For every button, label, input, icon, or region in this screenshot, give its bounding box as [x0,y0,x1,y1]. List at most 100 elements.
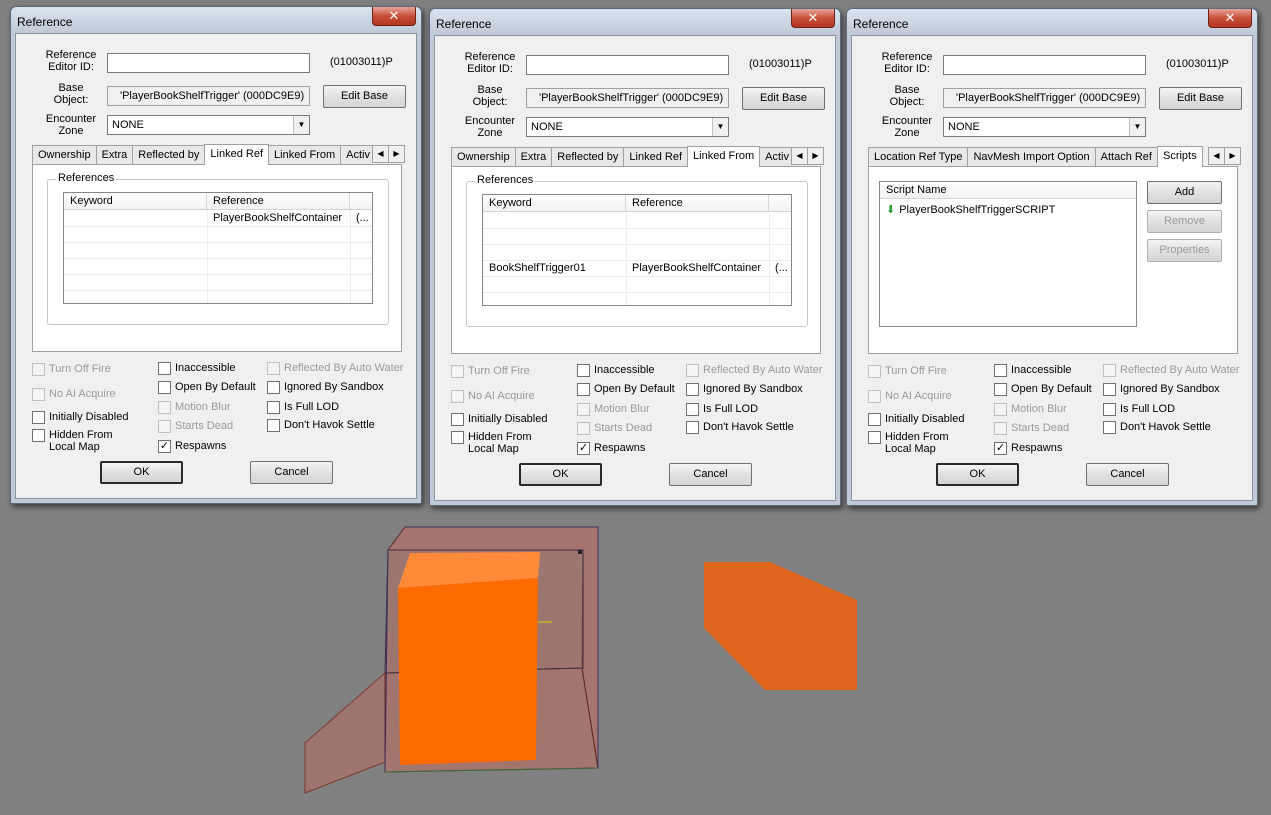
checkbox-box[interactable] [577,422,590,435]
checkbox-box[interactable] [1103,421,1116,434]
checkbox-box[interactable]: ✓ [994,442,1007,455]
scroll-left-icon[interactable]: ◀ [791,147,808,165]
checkbox-box[interactable] [451,390,464,403]
edit-base-button[interactable]: Edit Base [1159,87,1242,110]
checkbox-box[interactable]: ✓ [158,440,171,453]
checkbox-box[interactable] [577,403,590,416]
chevron-down-icon[interactable]: ▼ [712,118,728,136]
scripts-list[interactable]: Script Name ⬇ PlayerBookShelfTriggerSCRIPT [879,181,1137,327]
tab-linked-ref[interactable]: Linked Ref [623,147,689,167]
checkbox-box[interactable] [577,364,590,377]
title-bar[interactable]: Reference ✕ [430,9,840,35]
cancel-button[interactable]: Cancel [669,463,752,486]
tab-location-ref-type[interactable]: Location Ref Type [868,147,969,167]
close-icon[interactable]: ✕ [372,7,416,26]
row-extra[interactable]: (... [350,211,372,227]
add-script-button[interactable]: Add [1147,181,1222,204]
checkbox-box[interactable] [32,429,45,442]
close-icon[interactable]: ✕ [791,9,835,28]
checkbox-box[interactable] [451,431,464,444]
encounter-zone-dropdown[interactable]: NONE ▼ [107,115,310,135]
references-list[interactable]: Keyword Reference PlayerBookShelfContainer… [63,192,373,304]
tab-reflected-by[interactable]: Reflected by [132,145,206,165]
properties-button[interactable]: Properties [1147,239,1222,262]
tab-attach-ref[interactable]: Attach Ref [1094,147,1158,167]
checkbox-box[interactable] [267,401,280,414]
editor-id-input[interactable] [526,55,729,75]
ok-button[interactable]: OK [936,463,1019,486]
row-keyword[interactable]: BookShelfTrigger01 [483,261,626,277]
checkbox-box[interactable] [32,388,45,401]
tab-extra[interactable]: Extra [95,145,134,165]
tab-scripts[interactable]: Scripts [1156,146,1203,167]
checkbox-box[interactable] [868,390,881,403]
tab-activ[interactable]: Activ [340,145,372,165]
column-header-reference[interactable]: Reference [207,193,350,210]
scroll-right-icon[interactable]: ▶ [388,145,405,163]
cancel-button[interactable]: Cancel [1086,463,1169,486]
checkbox-box[interactable] [994,364,1007,377]
checkbox-box[interactable] [994,383,1007,396]
tab-linked-ref[interactable]: Linked Ref [204,144,270,165]
row-reference[interactable]: PlayerBookShelfContainer [626,261,769,277]
checkbox-box[interactable] [686,364,699,377]
ok-button[interactable]: OK [519,463,602,486]
checkbox-box[interactable] [1103,383,1116,396]
column-header-extra[interactable] [769,195,791,212]
checkbox-box[interactable] [32,411,45,424]
tab-activ[interactable]: Activ [759,147,791,167]
checkbox-box[interactable] [451,365,464,378]
cancel-button[interactable]: Cancel [250,461,333,484]
ok-button[interactable]: OK [100,461,183,484]
tab-ownership[interactable]: Ownership [32,145,97,165]
checkbox-box[interactable] [451,413,464,426]
close-icon[interactable]: ✕ [1208,9,1252,28]
title-bar[interactable]: Reference ✕ [11,7,421,33]
scroll-right-icon[interactable]: ▶ [807,147,824,165]
scroll-left-icon[interactable]: ◀ [372,145,389,163]
column-header-keyword[interactable]: Keyword [64,193,207,210]
chevron-down-icon[interactable]: ▼ [1129,118,1145,136]
encounter-zone-dropdown[interactable]: NONE ▼ [526,117,729,137]
row-reference[interactable]: PlayerBookShelfContainer [207,211,350,227]
checkbox-box[interactable] [686,403,699,416]
checkbox-box[interactable] [158,362,171,375]
checkbox-box[interactable] [577,383,590,396]
checkbox-box[interactable] [994,403,1007,416]
edit-base-button[interactable]: Edit Base [323,85,406,108]
chevron-down-icon[interactable]: ▼ [293,116,309,134]
checkbox-box[interactable] [868,365,881,378]
checkbox-box[interactable] [1103,364,1116,377]
checkbox-dont-havok-settle[interactable]: Don't Havok Settle [1103,421,1253,447]
row-extra[interactable]: (... [769,261,791,277]
checkbox-box[interactable] [686,383,699,396]
tab-extra[interactable]: Extra [514,147,553,167]
editor-id-input[interactable] [943,55,1146,75]
checkbox-box[interactable] [267,381,280,394]
checkbox-box[interactable] [158,401,171,414]
render-viewport[interactable] [0,510,1271,812]
checkbox-box[interactable] [267,419,280,432]
encounter-zone-dropdown[interactable]: NONE ▼ [943,117,1146,137]
checkbox-box[interactable] [267,362,280,375]
edit-base-button[interactable]: Edit Base [742,87,825,110]
references-list[interactable]: Keyword Reference BookShelfTrigger01 Player… [482,194,792,306]
column-header-keyword[interactable]: Keyword [483,195,626,212]
checkbox-box[interactable] [868,431,881,444]
column-header-extra[interactable] [350,193,372,210]
checkbox-box[interactable] [158,381,171,394]
editor-id-input[interactable] [107,53,310,73]
checkbox-box[interactable] [868,413,881,426]
scroll-right-icon[interactable]: ▶ [1224,147,1241,165]
tab-linked-from[interactable]: Linked From [268,145,342,165]
checkbox-box[interactable]: ✓ [577,442,590,455]
checkbox-box[interactable] [32,363,45,376]
tab-linked-from[interactable]: Linked From [687,146,761,167]
row-keyword[interactable] [64,211,207,227]
remove-script-button[interactable]: Remove [1147,210,1222,233]
checkbox-box[interactable] [158,420,171,433]
checkbox-dont-havok-settle[interactable]: Don't Havok Settle [686,421,836,447]
checkbox-box[interactable] [1103,403,1116,416]
tab-ownership[interactable]: Ownership [451,147,516,167]
column-header-reference[interactable]: Reference [626,195,769,212]
